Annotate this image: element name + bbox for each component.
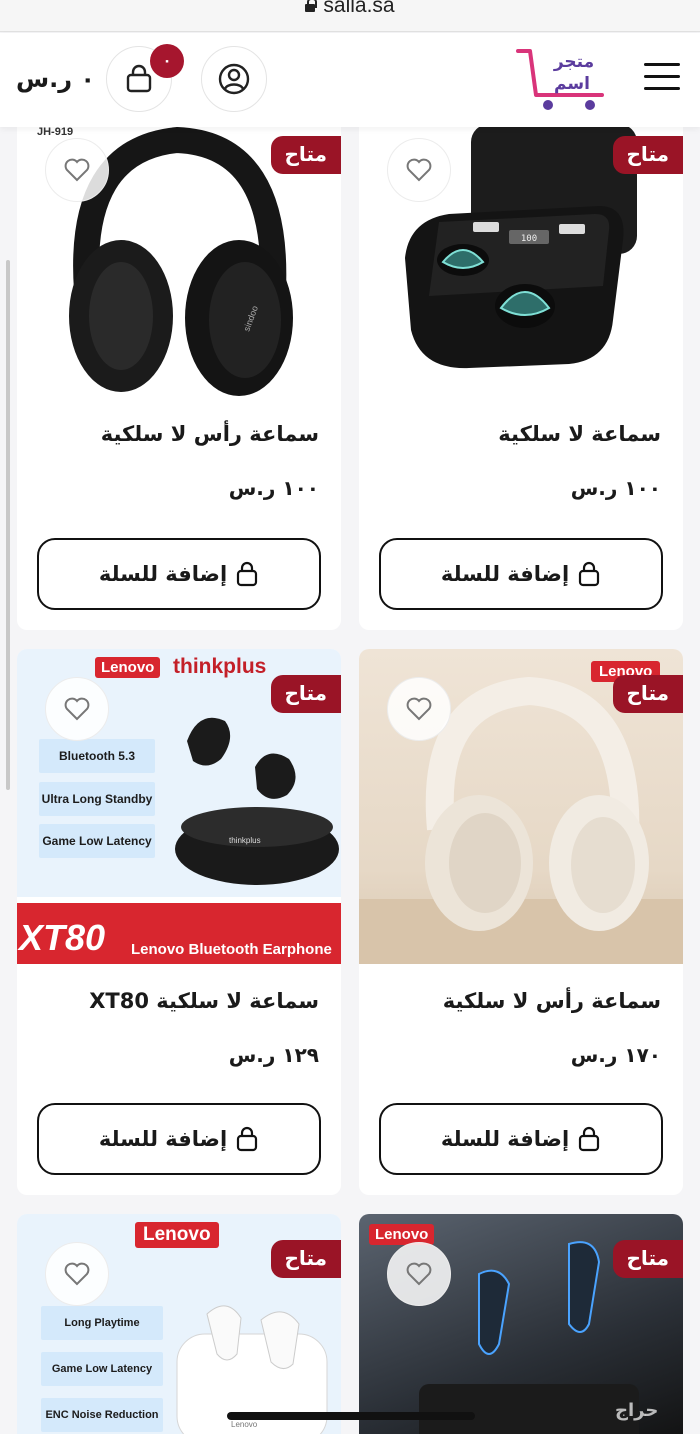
heart-icon bbox=[64, 697, 90, 721]
product-card[interactable]: Lenovo متاح سماعة رأس لا سلكية ١٧٠ ر.س إ… bbox=[359, 649, 683, 1195]
add-to-cart-button[interactable]: إضافة للسلة bbox=[379, 538, 663, 610]
heart-icon bbox=[64, 158, 90, 182]
shopping-bag-icon bbox=[579, 1126, 600, 1152]
add-to-cart-button[interactable]: إضافة للسلة bbox=[379, 1103, 663, 1175]
feature-label: Game Low Latency bbox=[39, 824, 155, 858]
browser-url-bar[interactable]: salla.sa bbox=[0, 0, 700, 32]
svg-text:100: 100 bbox=[521, 234, 537, 244]
add-to-cart-label: إضافة للسلة bbox=[98, 1127, 228, 1151]
availability-badge: متاح bbox=[612, 136, 683, 174]
product-price: ١٠٠ ر.س bbox=[570, 476, 661, 500]
wishlist-button[interactable] bbox=[387, 677, 451, 741]
scrollbar[interactable] bbox=[6, 260, 10, 790]
home-indicator[interactable] bbox=[227, 1412, 475, 1420]
svg-text:اسم: اسم bbox=[554, 74, 590, 94]
availability-badge: متاح bbox=[270, 675, 341, 713]
shopping-bag-icon bbox=[237, 1126, 258, 1152]
product-name[interactable]: سماعة رأس لا سلكية bbox=[443, 989, 661, 1013]
store-logo[interactable]: متجر اسم bbox=[514, 45, 618, 115]
wishlist-button[interactable] bbox=[45, 138, 109, 202]
wishlist-button[interactable] bbox=[387, 1242, 451, 1306]
add-to-cart-label: إضافة للسلة bbox=[440, 1127, 570, 1151]
banner-model: XT80 bbox=[19, 917, 106, 958]
cart-count-badge: ٠ bbox=[150, 44, 184, 78]
heart-icon bbox=[406, 697, 432, 721]
case-print: Lenovo bbox=[231, 1420, 258, 1429]
add-to-cart-label: إضافة للسلة bbox=[440, 562, 570, 586]
watermark: حراج bbox=[615, 1400, 659, 1421]
product-name[interactable]: سماعة رأس لا سلكية bbox=[101, 422, 319, 446]
banner-text: Lenovo Bluetooth Earphone bbox=[131, 941, 332, 958]
shopping-bag-icon bbox=[579, 561, 600, 587]
product-name[interactable]: سماعة لا سلكية XT80 bbox=[89, 989, 319, 1013]
product-card[interactable]: sindoo JH-919 متاح سماعة رأس لا سلكية ١٠… bbox=[17, 110, 341, 630]
hamburger-menu-icon[interactable] bbox=[644, 63, 680, 93]
availability-badge: متاح bbox=[612, 1240, 683, 1278]
cart-total: ٠ ر.س bbox=[16, 65, 96, 93]
model-label: JH-919 bbox=[37, 126, 74, 138]
brand-label: Lenovo bbox=[135, 1222, 219, 1248]
feature-label: ENC Noise Reduction bbox=[41, 1398, 163, 1432]
product-card[interactable]: Lenovo thinkplus thinkplus Bluetooth 5.3… bbox=[17, 649, 341, 1195]
case-print: thinkplus bbox=[229, 836, 261, 845]
sub-brand-label: thinkplus bbox=[173, 655, 267, 678]
heart-icon bbox=[406, 158, 432, 182]
browser-url[interactable]: salla.sa bbox=[323, 0, 394, 18]
feature-label: Game Low Latency bbox=[41, 1352, 163, 1386]
shopping-bag-icon bbox=[126, 64, 152, 93]
store-header: ٠ ر.س متجر اسم bbox=[0, 33, 700, 127]
shopping-bag-icon bbox=[237, 561, 258, 587]
availability-badge: متاح bbox=[612, 675, 683, 713]
product-price: ١٧٠ ر.س bbox=[570, 1043, 661, 1067]
brand-label: Lenovo bbox=[95, 657, 161, 678]
add-to-cart-button[interactable]: إضافة للسلة bbox=[37, 538, 321, 610]
wishlist-button[interactable] bbox=[45, 677, 109, 741]
heart-icon bbox=[406, 1262, 432, 1286]
product-price: ١٢٩ ر.س bbox=[228, 1043, 319, 1067]
svg-text:متجر: متجر bbox=[553, 52, 594, 72]
availability-badge: متاح bbox=[270, 136, 341, 174]
add-to-cart-button[interactable]: إضافة للسلة bbox=[37, 1103, 321, 1175]
account-button[interactable] bbox=[201, 46, 267, 112]
user-icon bbox=[218, 63, 250, 95]
product-card[interactable]: Lenovo حراج متاح bbox=[359, 1214, 683, 1434]
feature-label: Bluetooth 5.3 bbox=[39, 739, 155, 773]
product-card[interactable]: 100 متاح سماعة لا سلكية ١٠٠ ر.س إضافة لل… bbox=[359, 110, 683, 630]
product-price: ١٠٠ ر.س bbox=[228, 476, 319, 500]
add-to-cart-label: إضافة للسلة bbox=[98, 562, 228, 586]
feature-label: Long Playtime bbox=[41, 1306, 163, 1340]
heart-icon bbox=[64, 1262, 90, 1286]
wishlist-button[interactable] bbox=[387, 138, 451, 202]
product-card[interactable]: Lenovo Lenovo Long Playtime Game Low Lat… bbox=[17, 1214, 341, 1434]
availability-badge: متاح bbox=[270, 1240, 341, 1278]
lock-icon bbox=[305, 0, 318, 12]
wishlist-button[interactable] bbox=[45, 1242, 109, 1306]
product-name[interactable]: سماعة لا سلكية bbox=[498, 422, 661, 446]
feature-label: Ultra Long Standby bbox=[39, 782, 155, 816]
